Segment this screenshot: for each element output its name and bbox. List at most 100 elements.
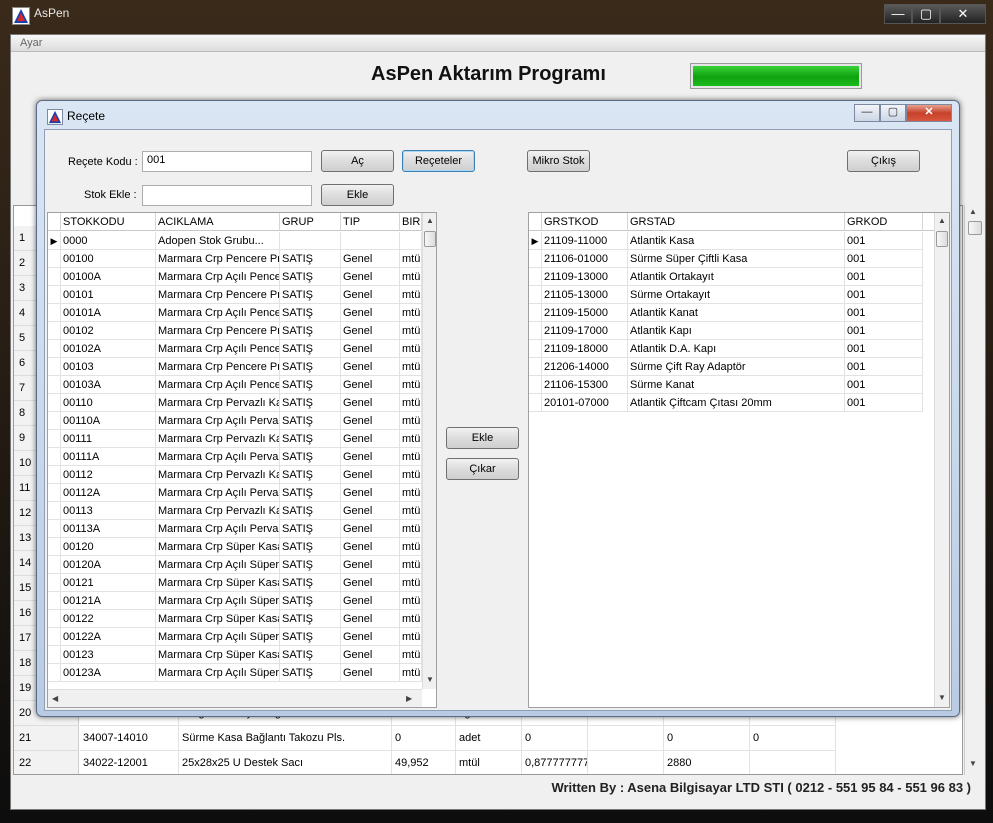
- stock-grid-vscroll[interactable]: ▲ ▼: [422, 213, 436, 689]
- cell-tip: Genel: [341, 322, 400, 340]
- cell-bir: mtü: [400, 556, 422, 574]
- table-row[interactable]: 00102A Marmara Crp Açılı Pencere SATIŞ Gene…: [48, 340, 422, 358]
- cell-grup: SATIŞ: [280, 412, 341, 430]
- cell-grkod: 001: [845, 322, 923, 340]
- cell-grup: SATIŞ: [280, 286, 341, 304]
- bg-cell-amount: 0: [392, 726, 456, 751]
- table-row[interactable]: 21109-15000 Atlantik Kanat 001: [529, 304, 923, 322]
- close-button[interactable]: ✕: [940, 4, 986, 24]
- maximize-button[interactable]: ▢: [912, 4, 940, 24]
- cell-grup: SATIŞ: [280, 484, 341, 502]
- table-row[interactable]: 00122 Marmara Crp Süper Kasa SATIŞ Genel mtü: [48, 610, 422, 628]
- scroll-thumb[interactable]: [968, 221, 982, 235]
- table-row[interactable]: 21106-15300 Sürme Kanat 001: [529, 376, 923, 394]
- table-row[interactable]: 21105-13000 Sürme Ortakayıt 001: [529, 286, 923, 304]
- table-row[interactable]: 21106-01000 Sürme Süper Çiftli Kasa 001: [529, 250, 923, 268]
- table-row[interactable]: 21109-18000 Atlantik D.A. Kapı 001: [529, 340, 923, 358]
- table-row[interactable]: 00100 Marmara Crp Pencere Pro SATIŞ Genel mt…: [48, 250, 422, 268]
- background-grid-scrollbar[interactable]: ▲ ▼: [964, 205, 984, 775]
- column-header-stokkodu[interactable]: STOKKODU: [61, 213, 156, 231]
- table-row[interactable]: 21206-14000 Sürme Çift Ray Adaptör 001: [529, 358, 923, 376]
- table-row[interactable]: 21109-17000 Atlantik Kapı 001: [529, 322, 923, 340]
- table-row[interactable]: 00111 Marmara Crp Pervazlı Kas SATIŞ Genel m…: [48, 430, 422, 448]
- table-row[interactable]: 21109-13000 Atlantik Ortakayıt 001: [529, 268, 923, 286]
- row-indicator-header: [48, 213, 61, 231]
- scroll-thumb[interactable]: [424, 231, 436, 247]
- cell-grstkod: 21109-17000: [542, 322, 628, 340]
- dialog-close-button[interactable]: ✕: [906, 104, 952, 122]
- table-row[interactable]: 00112 Marmara Crp Pervazlı Kas SATIŞ Genel m…: [48, 466, 422, 484]
- table-row[interactable]: 00101A Marmara Crp Açılı Pencere SATIŞ Gene…: [48, 304, 422, 322]
- bg-cell-total: 2880: [664, 751, 750, 774]
- dialog-minimize-button[interactable]: —: [854, 104, 880, 122]
- stock-grid-hscroll[interactable]: ◀ ▶: [48, 689, 422, 707]
- ekle-stok-button[interactable]: Ekle: [321, 184, 394, 206]
- table-row[interactable]: 00110 Marmara Crp Pervazlı Kas SATIŞ Genel m…: [48, 394, 422, 412]
- table-row[interactable]: 00101 Marmara Crp Pencere Pro SATIŞ Genel mt…: [48, 286, 422, 304]
- mikro-stok-button[interactable]: Mikro Stok: [527, 150, 590, 172]
- ekle-button[interactable]: Ekle: [446, 427, 519, 449]
- recete-kodu-input[interactable]: 001: [142, 151, 312, 172]
- table-row[interactable]: 00103 Marmara Crp Pencere Pro SATIŞ Genel mt…: [48, 358, 422, 376]
- cell-grstkod: 21109-13000: [542, 268, 628, 286]
- table-row[interactable]: 00121 Marmara Crp Süper Kasa SATIŞ Genel mtü: [48, 574, 422, 592]
- row-indicator: [48, 430, 61, 448]
- scroll-left-arrow-icon[interactable]: ◀: [52, 694, 58, 703]
- recipe-grid-vscroll[interactable]: ▲ ▼: [934, 213, 949, 707]
- table-row[interactable]: 00100A Marmara Crp Açılı Pencere SATIŞ Gene…: [48, 268, 422, 286]
- bg-cell-extra: [588, 726, 664, 751]
- column-header-aciklama[interactable]: ACIKLAMA: [156, 213, 280, 231]
- table-row[interactable]: 00113A Marmara Crp Açılı Pervazl SATIŞ Gene…: [48, 520, 422, 538]
- column-header-grup[interactable]: GRUP: [280, 213, 341, 231]
- table-row[interactable]: 00123A Marmara Crp Açılı Süper K SATIŞ Gene…: [48, 664, 422, 682]
- column-header-grstad[interactable]: GRSTAD: [628, 213, 845, 231]
- scroll-thumb[interactable]: [936, 231, 948, 247]
- scroll-up-arrow-icon[interactable]: ▲: [938, 216, 946, 225]
- menu-item-ayar[interactable]: Ayar: [20, 37, 42, 49]
- minimize-button[interactable]: —: [884, 4, 912, 24]
- table-row[interactable]: 00113 Marmara Crp Pervazlı Kas SATIŞ Genel m…: [48, 502, 422, 520]
- column-header-bir[interactable]: BIR: [400, 213, 422, 231]
- row-indicator: [529, 340, 542, 358]
- table-row[interactable]: 00102 Marmara Crp Pencere Pro SATIŞ Genel mt…: [48, 322, 422, 340]
- cikar-button[interactable]: Çıkar: [446, 458, 519, 480]
- table-row[interactable]: 00121A Marmara Crp Açılı Süper K SATIŞ Gene…: [48, 592, 422, 610]
- table-row[interactable]: ▶ 0000 Adopen Stok Grubu...: [48, 232, 422, 250]
- ac-button[interactable]: Aç: [321, 150, 394, 172]
- cell-grup: SATIŞ: [280, 268, 341, 286]
- table-row[interactable]: 00122A Marmara Crp Açılı Süper K SATIŞ Gene…: [48, 628, 422, 646]
- table-row[interactable]: 00123 Marmara Crp Süper Kasa SATIŞ Genel mtü: [48, 646, 422, 664]
- cikis-button[interactable]: Çıkış: [847, 150, 920, 172]
- table-row[interactable]: ▶ 21109-11000 Atlantik Kasa 001: [529, 232, 923, 250]
- cell-aciklama: Marmara Crp Pencere Pro: [156, 358, 280, 376]
- column-header-tip[interactable]: TIP: [341, 213, 400, 231]
- stok-ekle-input[interactable]: [142, 185, 312, 206]
- cell-tip: Genel: [341, 520, 400, 538]
- scroll-down-arrow-icon[interactable]: ▼: [426, 675, 434, 684]
- table-row[interactable]: 20101-07000 Atlantik Çiftcam Çıtası 20mm 0…: [529, 394, 923, 412]
- table-row[interactable]: 00120 Marmara Crp Süper Kasa SATIŞ Genel mtü: [48, 538, 422, 556]
- cell-grup: SATIŞ: [280, 538, 341, 556]
- scroll-down-arrow-icon[interactable]: ▼: [969, 759, 977, 768]
- scroll-up-arrow-icon[interactable]: ▲: [426, 216, 434, 225]
- table-row[interactable]: 00103A Marmara Crp Açılı Pencere SATIŞ Gene…: [48, 376, 422, 394]
- column-header-grkod[interactable]: GRKOD: [845, 213, 923, 231]
- cell-aciklama: Marmara Crp Açılı Pencere: [156, 376, 280, 394]
- row-indicator: [529, 376, 542, 394]
- dialog-title: Reçete: [67, 109, 106, 123]
- cell-stokkodu: 00121A: [61, 592, 156, 610]
- scroll-up-arrow-icon[interactable]: ▲: [969, 207, 977, 216]
- scroll-right-arrow-icon[interactable]: ▶: [406, 694, 412, 703]
- cell-aciklama: Marmara Crp Pervazlı Kas: [156, 466, 280, 484]
- table-row[interactable]: 00110A Marmara Crp Açılı Pervazl SATIŞ Gene…: [48, 412, 422, 430]
- dialog-maximize-button[interactable]: ▢: [880, 104, 906, 122]
- table-row[interactable]: 00120A Marmara Crp Açılı Süper K SATIŞ Gene…: [48, 556, 422, 574]
- column-header-grstkod[interactable]: GRSTKOD: [542, 213, 628, 231]
- table-row[interactable]: 00111A Marmara Crp Açılı Pervazl SATIŞ Gene…: [48, 448, 422, 466]
- cell-grup: SATIŞ: [280, 448, 341, 466]
- table-row[interactable]: 00112A Marmara Crp Açılı Pervazl SATIŞ Gene…: [48, 484, 422, 502]
- cell-grstad: Sürme Ortakayıt: [628, 286, 845, 304]
- receteler-button[interactable]: Reçeteler: [402, 150, 475, 172]
- cell-stokkodu: 00122A: [61, 628, 156, 646]
- scroll-down-arrow-icon[interactable]: ▼: [938, 693, 946, 702]
